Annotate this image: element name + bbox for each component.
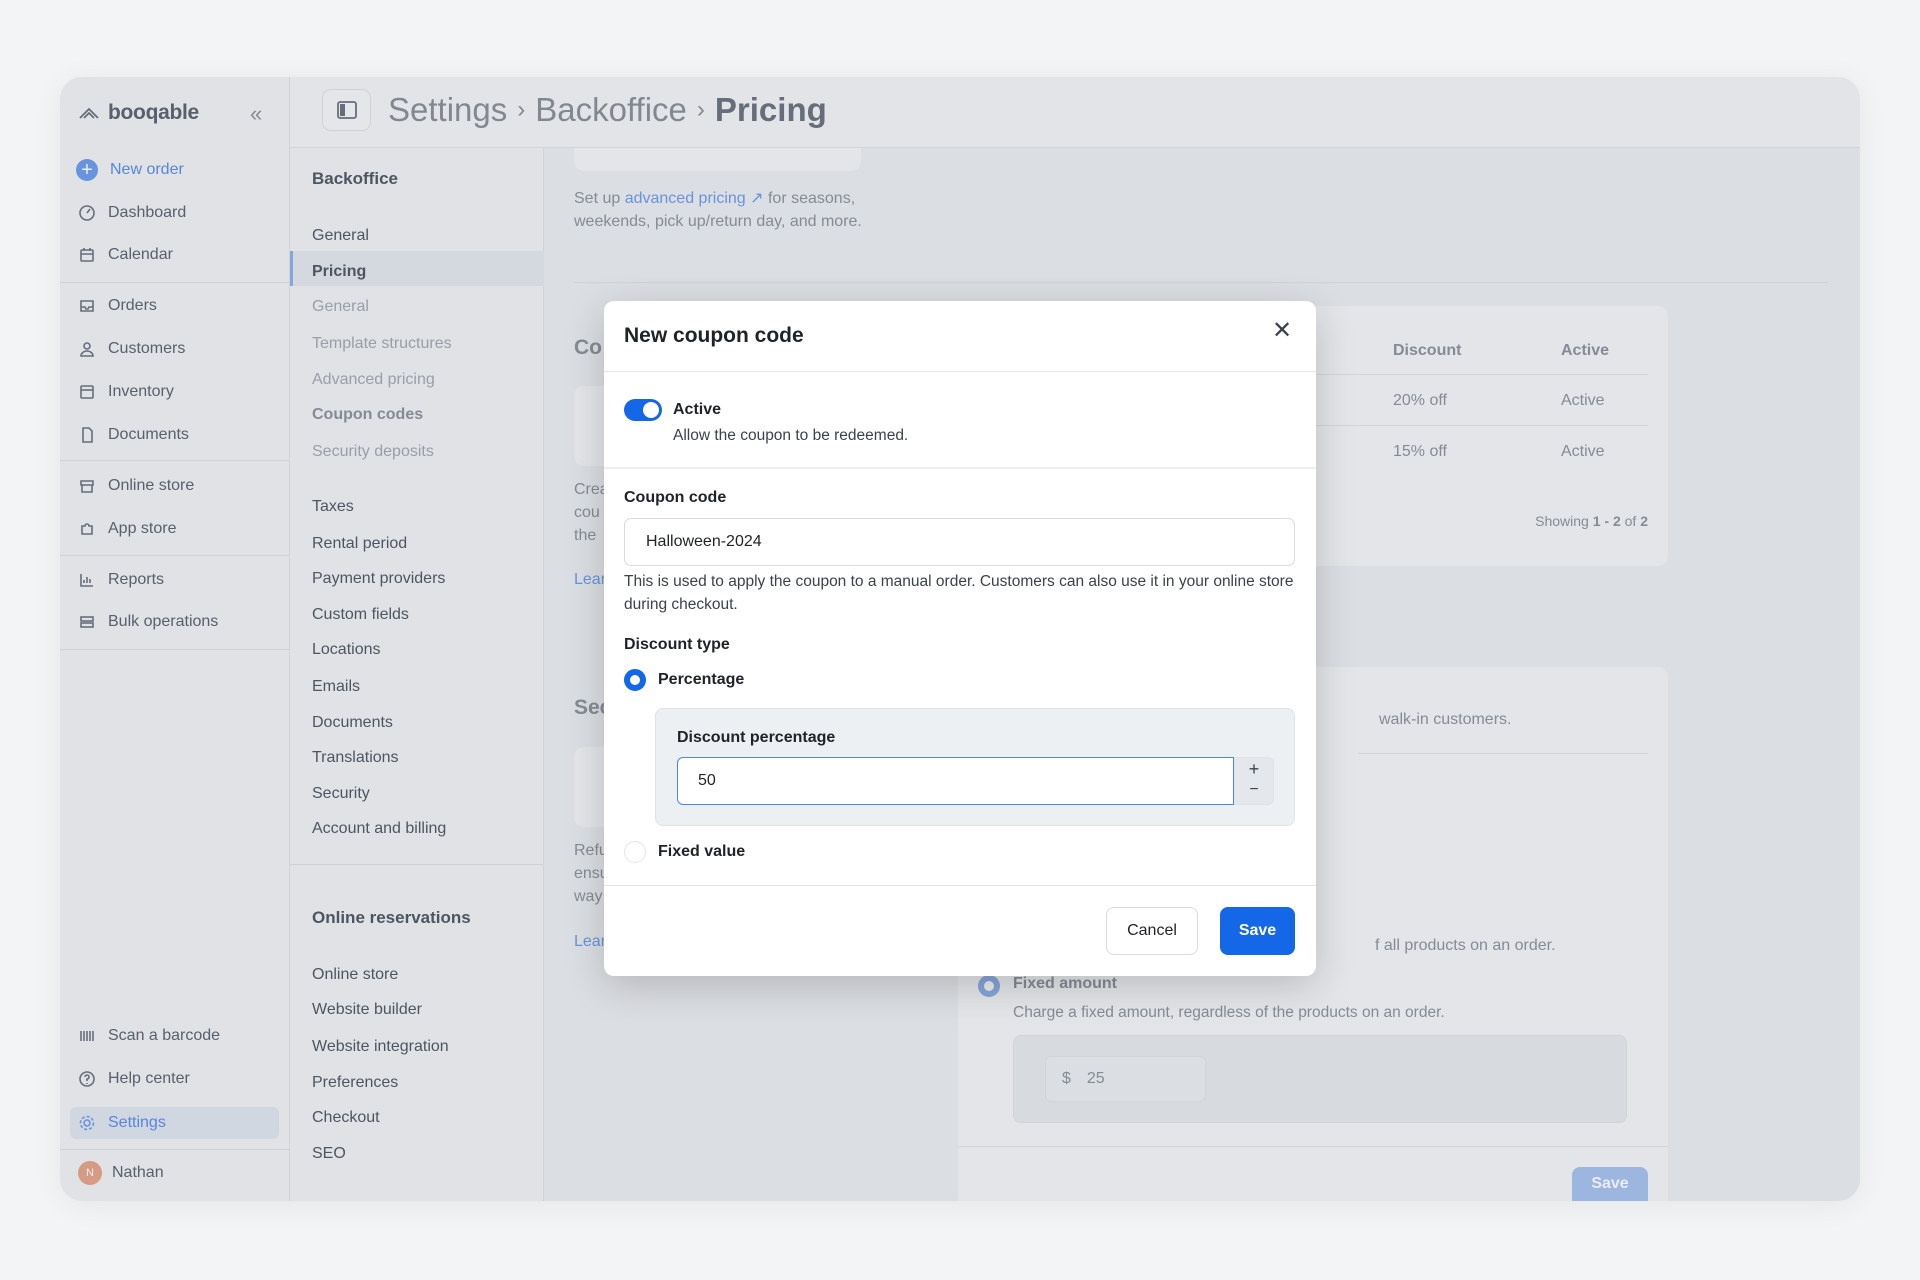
new-coupon-modal: New coupon code ✕ Active Allow the coupo… bbox=[604, 301, 1316, 976]
fixed-value-radio[interactable] bbox=[624, 841, 646, 863]
percentage-panel: Discount percentage + − bbox=[655, 708, 1295, 826]
discount-percentage-input[interactable] bbox=[677, 757, 1234, 805]
close-icon[interactable]: ✕ bbox=[1272, 319, 1292, 343]
increment-button[interactable]: + bbox=[1235, 759, 1273, 780]
active-toggle[interactable] bbox=[624, 399, 662, 421]
coupon-code-input[interactable] bbox=[624, 518, 1295, 566]
save-button[interactable]: Save bbox=[1220, 907, 1295, 955]
percentage-radio[interactable] bbox=[624, 669, 646, 691]
decrement-button[interactable]: − bbox=[1235, 781, 1273, 799]
cancel-button[interactable]: Cancel bbox=[1106, 907, 1198, 955]
modal-title: New coupon code bbox=[624, 324, 804, 347]
